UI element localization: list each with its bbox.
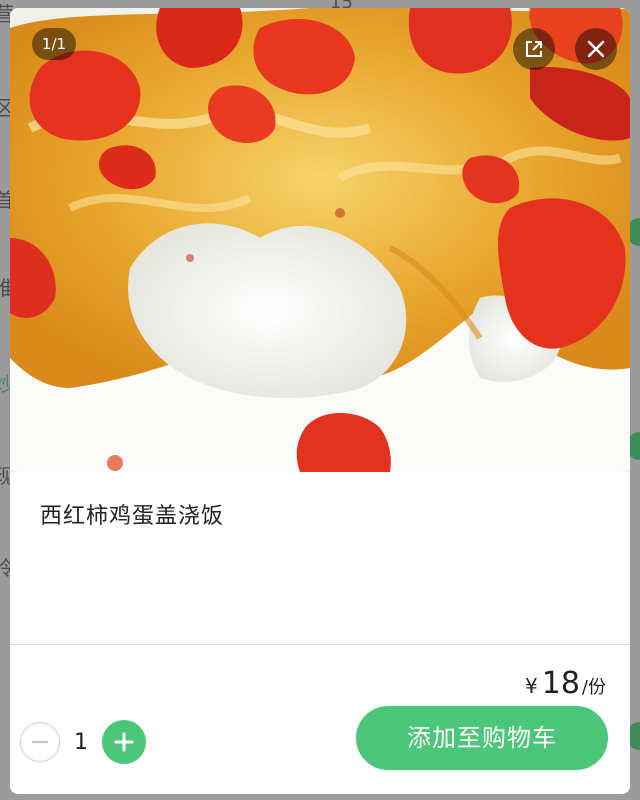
close-button[interactable] [575,28,617,70]
minus-icon [31,733,49,751]
price-unit: /份 [581,677,606,698]
decrease-quantity-button[interactable] [20,722,60,762]
plus-icon [114,732,134,752]
external-link-icon [524,39,544,59]
add-to-cart-button[interactable]: 添加至购物车 [356,706,608,770]
quantity-value: 1 [74,729,88,755]
currency-symbol: ¥ [525,674,538,698]
image-counter: 1/1 [32,28,76,60]
food-photo [10,8,630,472]
product-price: ¥ 18 /份 [525,666,606,701]
close-icon [586,39,606,59]
product-detail-modal: 1/1 西红柿鸡蛋盖浇饭 ¥ 18 /份 1 添加至购物车 [10,8,630,794]
price-value: 18 [541,666,580,701]
share-button[interactable] [513,28,555,70]
quantity-stepper: 1 [20,720,146,764]
divider [10,644,630,645]
increase-quantity-button[interactable] [102,720,146,764]
product-name: 西红柿鸡蛋盖浇饭 [40,504,225,529]
